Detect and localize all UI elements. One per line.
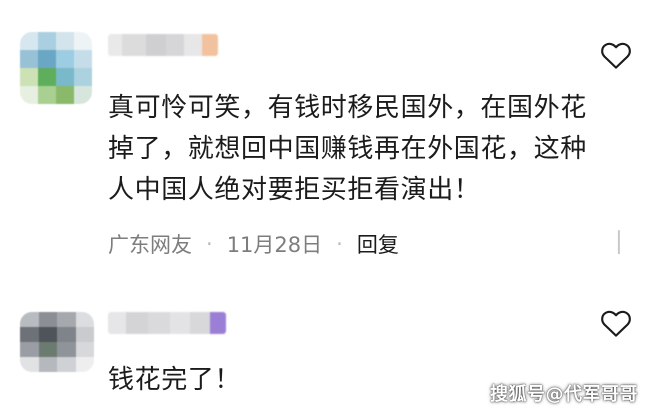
separator-dot: ·	[206, 232, 213, 256]
username[interactable]	[108, 312, 226, 334]
reply-button[interactable]: 回复	[357, 229, 399, 259]
username[interactable]	[108, 34, 218, 56]
comment-meta: 广东网友 · 11月28日 · 回复	[108, 229, 399, 259]
avatar[interactable]	[20, 312, 94, 372]
heart-icon[interactable]	[600, 308, 632, 338]
separator-dot: ·	[336, 232, 343, 256]
avatar[interactable]	[20, 32, 92, 104]
comment-date: 11月28日	[226, 233, 323, 257]
comment-location: 广东网友	[108, 233, 192, 257]
watermark: 搜狐号@代军哥哥	[490, 384, 638, 405]
more-options-icon[interactable]: ▏	[618, 230, 633, 254]
heart-icon[interactable]	[600, 40, 632, 70]
comment-text: 真可怜可笑，有钱时移民国外，在国外花 掉了，就想回中国赚钱再在外国花，这种 人中…	[108, 93, 587, 205]
